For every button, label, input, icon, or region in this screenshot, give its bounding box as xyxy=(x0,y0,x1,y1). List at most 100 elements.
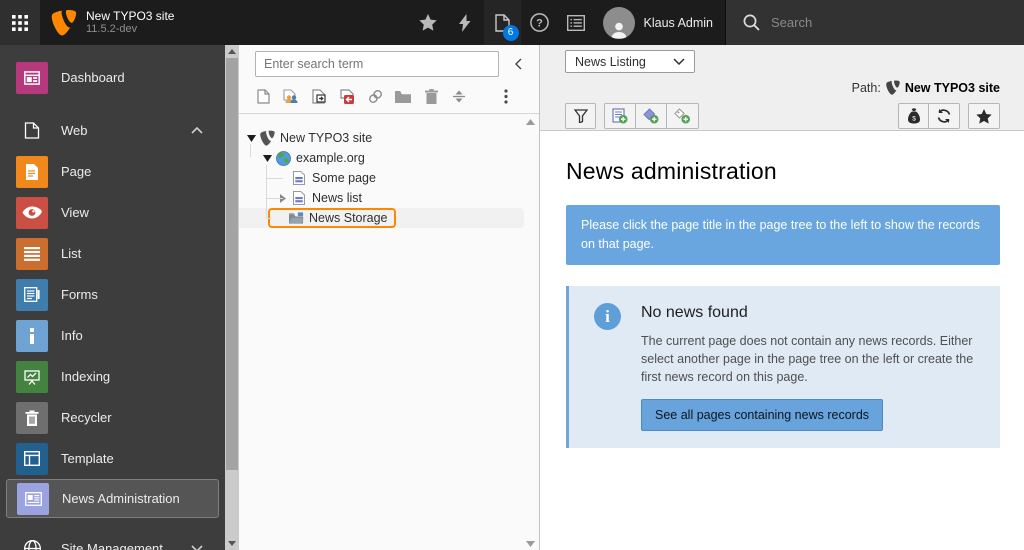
sidebar-item-label: Indexing xyxy=(61,369,110,384)
brand[interactable]: New TYPO3 site 11.5.2-dev xyxy=(40,0,184,45)
expand-collapse-icon[interactable] xyxy=(451,88,467,104)
sidebar-item-label: List xyxy=(61,246,81,261)
sidebar-item-indexing[interactable]: Indexing xyxy=(0,356,225,397)
module-menu-toggle[interactable] xyxy=(0,0,40,45)
help-button[interactable]: ? xyxy=(521,0,558,45)
path-label: Path: xyxy=(852,81,881,95)
page-new-after-icon[interactable] xyxy=(339,88,355,104)
view-icon xyxy=(16,197,48,229)
sidebar-item-news-administration[interactable]: News Administration xyxy=(6,479,219,518)
list-module-icon xyxy=(16,238,48,270)
avatar xyxy=(603,7,635,39)
site-globe-icon xyxy=(275,150,291,166)
page-doc-icon xyxy=(291,170,307,186)
add-tags-button[interactable] xyxy=(666,103,699,129)
filter-icon xyxy=(574,109,588,123)
list-icon xyxy=(567,15,585,31)
tree-node-news-storage[interactable]: News Storage xyxy=(239,208,524,228)
apps-grid-icon xyxy=(12,15,28,31)
module-menu-scrollbar[interactable] xyxy=(225,45,239,550)
sidebar-item-label: View xyxy=(61,205,89,220)
topbar-search[interactable] xyxy=(725,0,1024,45)
tree-node-label: News Storage xyxy=(309,211,388,225)
add-tag-button[interactable] xyxy=(635,103,667,129)
bookmarks-button[interactable] xyxy=(410,0,447,45)
page-icon xyxy=(16,156,48,188)
globe-icon xyxy=(16,533,48,550)
sidebar-section-label: Site Management xyxy=(61,541,163,550)
selected-node-outline: News Storage xyxy=(268,208,396,228)
trash-icon[interactable] xyxy=(423,88,439,104)
tree-node-label: Some page xyxy=(312,171,376,185)
tree-scroll-up-arrow[interactable] xyxy=(526,119,535,125)
callout-title: No news found xyxy=(641,304,984,322)
sidebar-section-label: Web xyxy=(61,123,88,138)
sidebar-item-forms[interactable]: Forms xyxy=(0,274,225,315)
chevron-up-icon xyxy=(191,127,203,134)
search-icon xyxy=(743,14,760,31)
site-version: 11.5.2-dev xyxy=(86,23,174,36)
tree-node-some-page[interactable]: Some page xyxy=(239,168,539,188)
tree-scroll-down-arrow[interactable] xyxy=(526,541,535,547)
sidebar-item-label: News Administration xyxy=(62,491,180,506)
expander-open-icon[interactable] xyxy=(259,155,275,162)
function-select[interactable]: News Listing xyxy=(565,50,695,73)
expander-open-icon[interactable] xyxy=(243,135,259,142)
template-icon xyxy=(16,443,48,475)
see-all-pages-button[interactable]: See all pages containing news records xyxy=(641,399,883,431)
no-news-callout: i No news found The current page does no… xyxy=(566,286,1000,448)
opened-documents-button[interactable]: 6 xyxy=(484,0,521,45)
bookmark-button[interactable] xyxy=(968,103,1000,129)
sidebar-section-site-management[interactable]: Site Management xyxy=(0,528,225,550)
module-menu: Dashboard Web Page View xyxy=(0,45,225,550)
sidebar-item-recycler[interactable]: Recycler xyxy=(0,397,225,438)
sidebar-item-dashboard[interactable]: Dashboard xyxy=(0,57,225,98)
filter-button[interactable] xyxy=(565,103,596,129)
typo3-record-icon xyxy=(886,80,900,95)
scrollbar-thumb[interactable] xyxy=(226,58,238,470)
sidebar-item-list[interactable]: List xyxy=(0,233,225,274)
page-move-icon[interactable] xyxy=(311,88,327,104)
collapse-tree-button[interactable] xyxy=(509,53,527,75)
system-information-button[interactable] xyxy=(558,0,595,45)
kebab-menu-icon[interactable] xyxy=(498,88,514,104)
sidebar-item-label: Info xyxy=(61,328,83,343)
typo3-logo xyxy=(51,9,77,36)
add-tag-icon xyxy=(643,108,659,124)
sidebar-item-view[interactable]: View xyxy=(0,192,225,233)
dashboard-icon xyxy=(16,62,48,94)
refresh-button[interactable] xyxy=(928,103,960,129)
tree-node-news-list[interactable]: News list xyxy=(239,188,539,208)
folder-icon[interactable] xyxy=(395,88,411,104)
function-select-value: News Listing xyxy=(575,55,646,69)
tree-node-root[interactable]: New TYPO3 site xyxy=(239,128,539,148)
sidebar-item-template[interactable]: Template xyxy=(0,438,225,479)
cache-button[interactable]: $ xyxy=(898,103,929,129)
svg-text:$: $ xyxy=(912,116,916,123)
clear-cache-button[interactable] xyxy=(447,0,484,45)
new-page-icon[interactable] xyxy=(255,88,271,104)
sidebar-item-info[interactable]: Info xyxy=(0,315,225,356)
path-record-title: New TYPO3 site xyxy=(905,81,1000,95)
scroll-down-arrow[interactable] xyxy=(225,537,239,550)
folder-open-icon xyxy=(288,210,304,226)
add-news-button[interactable] xyxy=(604,103,636,129)
tree-search-input[interactable] xyxy=(255,51,499,77)
page-users-icon[interactable] xyxy=(283,88,299,104)
sidebar-section-web[interactable]: Web xyxy=(0,110,225,151)
tree-node-label: News list xyxy=(312,191,362,205)
sidebar-item-page[interactable]: Page xyxy=(0,151,225,192)
content-area: News Listing Path: New TYPO3 site xyxy=(540,45,1024,550)
chevron-down-icon xyxy=(191,545,203,550)
tree-node-example-org[interactable]: example.org xyxy=(239,148,539,168)
forms-icon xyxy=(16,279,48,311)
user-menu[interactable]: Klaus Admin xyxy=(595,0,725,45)
bookmark-star-icon xyxy=(976,109,992,124)
link-icon[interactable] xyxy=(367,88,383,104)
info-alert: Please click the page title in the page … xyxy=(566,205,1000,265)
search-input[interactable] xyxy=(771,15,971,30)
page-tree: New TYPO3 site example.org Some page xyxy=(239,114,539,228)
sidebar-item-label: Template xyxy=(61,451,114,466)
user-icon xyxy=(609,20,629,39)
scroll-up-arrow[interactable] xyxy=(225,45,239,58)
